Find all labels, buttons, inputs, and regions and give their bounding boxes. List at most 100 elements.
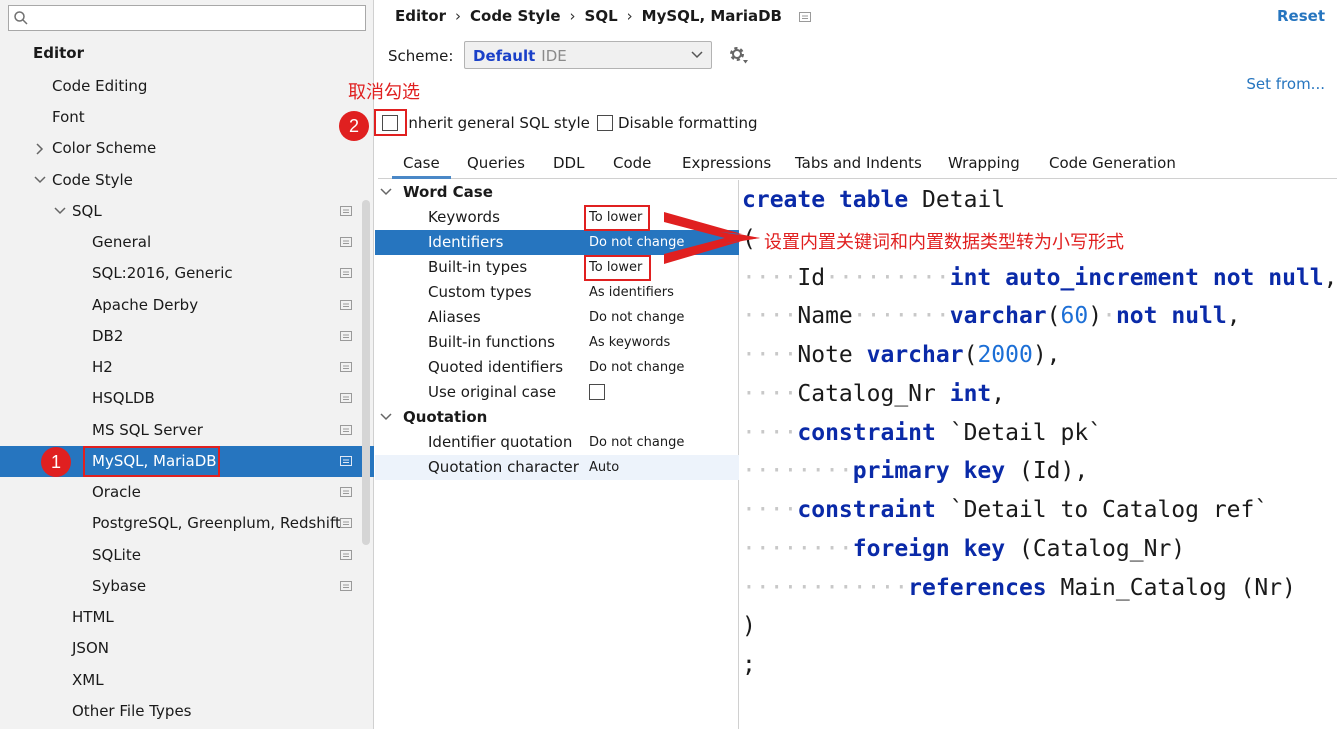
option-built-in-functions[interactable]: Built-in functions As keywords — [375, 330, 739, 355]
reset-link[interactable]: Reset — [1277, 5, 1325, 27]
breadcrumb-item[interactable]: SQL — [585, 5, 618, 27]
settings-search-input[interactable] — [8, 5, 366, 31]
chevron-right-icon[interactable] — [34, 133, 46, 164]
highlight-keywords-value — [584, 205, 650, 231]
option-aliases[interactable]: Aliases Do not change — [375, 305, 739, 330]
chevron-down-icon[interactable] — [380, 187, 392, 197]
sidebar-item-sql[interactable]: SQL — [0, 196, 374, 227]
sidebar-item-db2[interactable]: DB2 — [0, 321, 374, 352]
project-settings-icon — [340, 237, 352, 247]
breadcrumb-item[interactable]: Editor — [395, 5, 446, 27]
chevron-down-icon — [691, 51, 703, 59]
inherit-general-sql-style-label[interactable]: Inherit general SQL style — [404, 112, 590, 134]
settings-tabs: Case Queries DDL Code Expressions Tabs a… — [378, 149, 1337, 179]
section-quotation[interactable]: Quotation — [375, 405, 739, 430]
sidebar-item-sql2016[interactable]: SQL:2016, Generic — [0, 258, 374, 289]
highlight-inherit-checkbox — [374, 109, 407, 136]
sidebar-item-general[interactable]: General — [0, 227, 374, 258]
tab-wrapping[interactable]: Wrapping — [948, 149, 1020, 179]
option-use-original-case[interactable]: Use original case — [375, 380, 739, 405]
breadcrumb-item: MySQL, MariaDB — [641, 7, 782, 25]
code-line: create table Detail — [742, 187, 1006, 213]
sidebar-item-editor[interactable]: Editor — [0, 38, 374, 69]
highlight-builtin-types-value — [584, 255, 651, 281]
sidebar-item-sqlite[interactable]: SQLite — [0, 540, 374, 571]
sidebar-item-json[interactable]: JSON — [0, 633, 374, 664]
sidebar-item-xml[interactable]: XML — [0, 665, 374, 696]
sidebar-item-sybase[interactable]: Sybase — [0, 571, 374, 602]
option-value[interactable]: Do not change — [589, 355, 684, 380]
step-marker-2: 2 — [339, 111, 369, 141]
code-line: ) — [742, 613, 756, 639]
set-from-link[interactable]: Set from... — [1246, 73, 1325, 95]
code-line: ····Catalog_Nr int, — [742, 381, 1006, 407]
sidebar-item-postgresql[interactable]: PostgreSQL, Greenplum, Redshift — [0, 508, 374, 539]
code-preview[interactable]: create table Detail ( ····Id·········int… — [740, 180, 1337, 729]
sidebar-item-oracle[interactable]: Oracle — [0, 477, 374, 508]
breadcrumb-item[interactable]: Code Style — [470, 5, 561, 27]
project-settings-icon — [799, 11, 812, 22]
highlight-mysql-item — [83, 446, 220, 477]
scheme-scope: IDE — [541, 47, 567, 65]
sidebar-item-hsqldb[interactable]: HSQLDB — [0, 383, 374, 414]
gear-icon[interactable] — [727, 44, 749, 66]
option-value[interactable]: Do not change — [589, 230, 684, 255]
sidebar-item-h2[interactable]: H2 — [0, 352, 374, 383]
sidebar-item-font[interactable]: Font — [0, 102, 374, 133]
code-line: ( — [742, 226, 756, 252]
option-quotation-character[interactable]: Quotation character Auto — [375, 455, 739, 480]
code-line: ····Id·········int auto_increment not nu… — [742, 265, 1337, 291]
code-line: ····constraint `Detail pk` — [742, 420, 1103, 446]
option-value[interactable]: As keywords — [589, 330, 670, 355]
sidebar-item-code-editing[interactable]: Code Editing — [0, 71, 374, 102]
project-settings-icon — [340, 362, 352, 372]
sidebar-item-other-file-types[interactable]: Other File Types — [0, 696, 374, 727]
breadcrumb-separator-icon: › — [455, 7, 461, 25]
code-line: ····Note varchar(2000), — [742, 342, 1061, 368]
breadcrumb-separator-icon: › — [626, 7, 633, 25]
sidebar-item-code-style[interactable]: Code Style — [0, 165, 374, 196]
scheme-dropdown[interactable]: Default IDE — [464, 41, 712, 69]
chevron-down-icon[interactable] — [54, 196, 66, 227]
tab-queries[interactable]: Queries — [467, 149, 525, 179]
option-value[interactable]: As identifiers — [589, 280, 674, 305]
code-line: ············references Main_Catalog (Nr) — [742, 575, 1296, 601]
search-icon — [14, 11, 28, 25]
sidebar-item-color-scheme[interactable]: Color Scheme — [0, 133, 374, 164]
option-built-in-types[interactable]: Built-in types To lower — [375, 255, 739, 280]
option-identifier-quotation[interactable]: Identifier quotation Do not change — [375, 430, 739, 455]
option-value[interactable]: Do not change — [589, 430, 684, 455]
convert-annotation: 设置内置关键词和内置数据类型转为小写形式 — [764, 232, 1124, 253]
project-settings-icon — [340, 268, 352, 278]
tab-code-generation[interactable]: Code Generation — [1049, 149, 1176, 179]
scheme-value: Default — [473, 47, 536, 65]
sidebar-item-ms-sql-server[interactable]: MS SQL Server — [0, 415, 374, 446]
code-line: ········foreign key (Catalog_Nr) — [742, 536, 1186, 562]
project-settings-icon — [340, 550, 352, 560]
option-quoted-identifiers[interactable]: Quoted identifiers Do not change — [375, 355, 739, 380]
project-settings-icon — [340, 425, 352, 435]
section-word-case[interactable]: Word Case — [375, 180, 739, 205]
tab-case[interactable]: Case — [392, 149, 451, 179]
option-keywords[interactable]: Keywords To lower — [375, 205, 739, 230]
code-line: ····Name·······varchar(60)·not null, — [742, 303, 1241, 329]
tab-expressions[interactable]: Expressions — [682, 149, 771, 179]
use-original-case-checkbox[interactable] — [589, 384, 605, 400]
sidebar-item-apache-derby[interactable]: Apache Derby — [0, 290, 374, 321]
disable-formatting-label[interactable]: Disable formatting — [618, 112, 758, 134]
code-line: ····constraint `Detail to Catalog ref` — [742, 497, 1269, 523]
tab-code[interactable]: Code — [613, 149, 651, 179]
sidebar-scrollbar[interactable] — [362, 200, 370, 545]
option-value[interactable]: Do not change — [589, 305, 684, 330]
project-settings-icon — [340, 393, 352, 403]
sidebar-item-html[interactable]: HTML — [0, 602, 374, 633]
option-custom-types[interactable]: Custom types As identifiers — [375, 280, 739, 305]
chevron-down-icon[interactable] — [380, 412, 392, 422]
disable-formatting-checkbox[interactable] — [597, 115, 613, 131]
code-line: ; — [742, 652, 756, 678]
option-identifiers[interactable]: Identifiers Do not change — [375, 230, 739, 255]
chevron-down-icon[interactable] — [34, 165, 46, 196]
tab-tabs-and-indents[interactable]: Tabs and Indents — [795, 149, 922, 179]
option-value[interactable]: Auto — [589, 455, 619, 480]
tab-ddl[interactable]: DDL — [553, 149, 584, 179]
